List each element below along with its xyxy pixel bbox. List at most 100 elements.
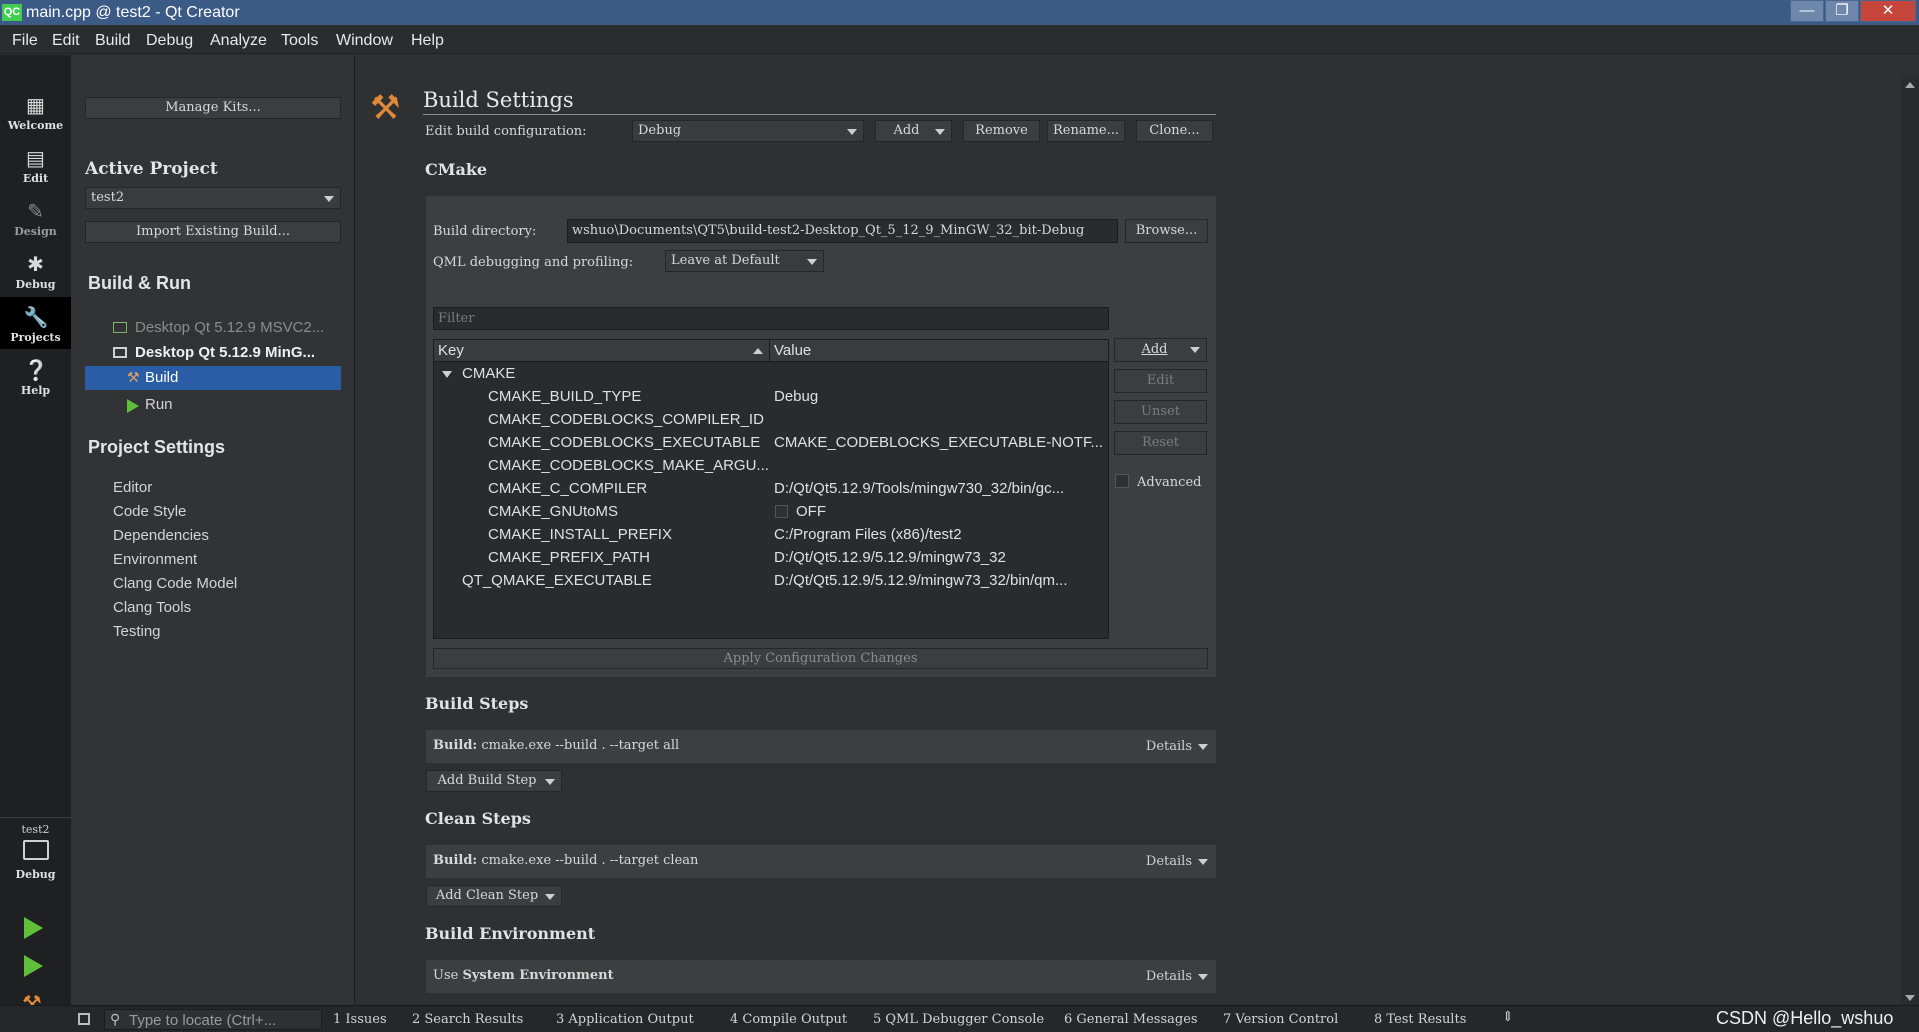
kit-mingw[interactable]: Desktop Qt 5.12.9 MinG... bbox=[135, 344, 315, 361]
active-project-combo[interactable]: test2 bbox=[85, 187, 341, 209]
pane-test-results[interactable]: 8 Test Results bbox=[1374, 1012, 1466, 1027]
mode-welcome[interactable]: ▦ Welcome bbox=[0, 85, 71, 137]
menu-help[interactable]: Help bbox=[411, 32, 444, 50]
more-panes-icon[interactable]: ⇕ bbox=[1502, 1009, 1514, 1025]
table-row-value[interactable]: C:/Program Files (x86)/test2 bbox=[774, 526, 962, 543]
settings-item-editor[interactable]: Editor bbox=[113, 479, 152, 496]
reset-variable-button[interactable]: Reset bbox=[1114, 431, 1207, 455]
table-row-key[interactable]: CMAKE_C_COMPILER bbox=[488, 480, 647, 497]
add-build-step-button[interactable]: Add Build Step bbox=[426, 770, 562, 792]
kit-selector[interactable]: test2 Debug bbox=[0, 823, 71, 881]
details-toggle[interactable]: Details bbox=[1146, 969, 1208, 984]
run-icon[interactable] bbox=[24, 917, 43, 939]
table-row-value[interactable]: D:/Qt/Qt5.12.9/Tools/mingw730_32/bin/gc.… bbox=[774, 480, 1064, 497]
mode-label: Help bbox=[20, 384, 51, 397]
scroll-down-icon[interactable] bbox=[1905, 995, 1915, 1001]
remove-config-button[interactable]: Remove bbox=[963, 120, 1040, 142]
tree-item-run[interactable]: Run bbox=[145, 396, 173, 413]
table-row-key[interactable]: CMAKE_BUILD_TYPE bbox=[488, 388, 641, 405]
pane-issues[interactable]: 1 Issues bbox=[333, 1012, 387, 1027]
table-row-value[interactable]: CMAKE_CODEBLOCKS_EXECUTABLE-NOTF... bbox=[774, 434, 1103, 451]
apply-configuration-button[interactable]: Apply Configuration Changes bbox=[433, 648, 1208, 669]
table-row-value[interactable]: D:/Qt/Qt5.12.9/5.12.9/mingw73_32/bin/qm.… bbox=[774, 572, 1068, 589]
table-row-value[interactable]: OFF bbox=[796, 503, 826, 520]
build-config-combo[interactable]: Debug bbox=[632, 120, 864, 142]
browse-button[interactable]: Browse... bbox=[1125, 219, 1208, 243]
column-header-key[interactable]: Key bbox=[434, 340, 769, 362]
advanced-checkbox[interactable] bbox=[1115, 474, 1129, 488]
settings-item-clang-code-model[interactable]: Clang Code Model bbox=[113, 575, 237, 592]
menu-edit[interactable]: Edit bbox=[52, 32, 80, 50]
pane-compile-output[interactable]: 4 Compile Output bbox=[730, 1012, 847, 1027]
column-header-value[interactable]: Value bbox=[769, 340, 1108, 362]
settings-item-dependencies[interactable]: Dependencies bbox=[113, 527, 209, 544]
manage-kits-button[interactable]: Manage Kits... bbox=[85, 97, 341, 119]
divider bbox=[0, 817, 71, 818]
menu-file[interactable]: File bbox=[12, 32, 38, 50]
menu-window[interactable]: Window bbox=[336, 32, 393, 50]
menu-tools[interactable]: Tools bbox=[281, 32, 318, 50]
tree-item-build[interactable]: ⚒ Build bbox=[85, 366, 341, 390]
table-row-value[interactable]: D:/Qt/Qt5.12.9/5.12.9/mingw73_32 bbox=[774, 549, 1006, 566]
checkbox[interactable] bbox=[775, 505, 788, 518]
menu-analyze[interactable]: Analyze bbox=[210, 32, 267, 50]
details-toggle[interactable]: Details bbox=[1146, 739, 1208, 754]
menu-debug[interactable]: Debug bbox=[146, 32, 193, 50]
build-step-row[interactable]: Build: cmake.exe --build . --target all … bbox=[426, 730, 1216, 763]
mode-help[interactable]: ❔ Help bbox=[0, 350, 71, 402]
qml-debugging-combo[interactable]: Leave at Default bbox=[665, 250, 824, 272]
menu-build[interactable]: Build bbox=[95, 32, 131, 50]
settings-item-testing[interactable]: Testing bbox=[113, 623, 161, 640]
settings-item-code-style[interactable]: Code Style bbox=[113, 503, 186, 520]
table-row-key[interactable]: QT_QMAKE_EXECUTABLE bbox=[462, 572, 652, 589]
add-clean-step-button[interactable]: Add Clean Step bbox=[426, 885, 562, 907]
pane-general-messages[interactable]: 6 General Messages bbox=[1064, 1012, 1198, 1027]
pane-qml-debugger-console[interactable]: 5 QML Debugger Console bbox=[873, 1012, 1044, 1027]
chevron-down-icon bbox=[324, 196, 334, 202]
mode-debug[interactable]: ✱ Debug bbox=[0, 244, 71, 296]
build-environment-row[interactable]: Use System Environment Details bbox=[426, 960, 1216, 993]
build-directory-input[interactable]: wshuo\Documents\QT5\build-test2-Desktop_… bbox=[567, 219, 1118, 243]
clean-step-row[interactable]: Build: cmake.exe --build . --target clea… bbox=[426, 845, 1216, 878]
expand-arrow-icon[interactable] bbox=[442, 371, 452, 378]
pane-search-results[interactable]: 2 Search Results bbox=[412, 1012, 523, 1027]
pane-version-control[interactable]: 7 Version Control bbox=[1223, 1012, 1338, 1027]
table-row-key[interactable]: CMAKE_GNUtoMS bbox=[488, 503, 618, 520]
edit-variable-button[interactable]: Edit bbox=[1114, 369, 1207, 393]
tree-group-cmake[interactable]: CMAKE bbox=[462, 365, 515, 382]
minimize-button[interactable]: — bbox=[1790, 0, 1824, 22]
clean-step-summary: Build: cmake.exe --build . --target clea… bbox=[433, 853, 698, 868]
mode-projects[interactable]: 🔧 Projects bbox=[0, 297, 71, 349]
table-row-key[interactable]: CMAKE_CODEBLOCKS_COMPILER_ID bbox=[488, 411, 764, 428]
table-row-key[interactable]: CMAKE_INSTALL_PREFIX bbox=[488, 526, 672, 543]
add-variable-button[interactable]: Add bbox=[1114, 338, 1207, 362]
hammer-icon: ⚒ bbox=[370, 89, 401, 127]
import-existing-build-button[interactable]: Import Existing Build... bbox=[85, 221, 341, 243]
pane-application-output[interactable]: 3 Application Output bbox=[556, 1012, 694, 1027]
rename-config-button[interactable]: Rename... bbox=[1047, 120, 1125, 142]
close-button[interactable]: ✕ bbox=[1860, 0, 1916, 22]
settings-item-clang-tools[interactable]: Clang Tools bbox=[113, 599, 191, 616]
vertical-scrollbar[interactable] bbox=[1901, 78, 1919, 1005]
table-row-key[interactable]: CMAKE_PREFIX_PATH bbox=[488, 549, 650, 566]
maximize-button[interactable]: ❐ bbox=[1825, 0, 1859, 22]
details-toggle[interactable]: Details bbox=[1146, 854, 1208, 869]
table-row-key[interactable]: CMAKE_CODEBLOCKS_EXECUTABLE bbox=[488, 434, 760, 451]
kit-msvc[interactable]: Desktop Qt 5.12.9 MSVC2... bbox=[135, 319, 324, 336]
column-header-key-label: Key bbox=[438, 342, 464, 359]
debug-run-icon[interactable] bbox=[24, 955, 43, 977]
mode-design[interactable]: ✎ Design bbox=[0, 191, 71, 243]
chevron-down-icon bbox=[545, 894, 555, 900]
scroll-up-icon[interactable] bbox=[1905, 82, 1915, 88]
filter-input[interactable]: Filter bbox=[433, 307, 1109, 330]
toggle-sidebar-icon[interactable] bbox=[78, 1013, 90, 1025]
add-config-button[interactable]: Add bbox=[875, 120, 952, 142]
mode-edit[interactable]: ▤ Edit bbox=[0, 138, 71, 190]
unset-variable-button[interactable]: Unset bbox=[1114, 400, 1207, 424]
settings-item-environment[interactable]: Environment bbox=[113, 551, 197, 568]
table-row-value[interactable]: Debug bbox=[774, 388, 818, 405]
active-project-value: test2 bbox=[91, 190, 125, 205]
table-row-key[interactable]: CMAKE_CODEBLOCKS_MAKE_ARGU... bbox=[488, 457, 769, 474]
locator-input[interactable]: ⚲ Type to locate (Ctrl+... bbox=[104, 1009, 322, 1030]
clone-config-button[interactable]: Clone... bbox=[1136, 120, 1213, 142]
